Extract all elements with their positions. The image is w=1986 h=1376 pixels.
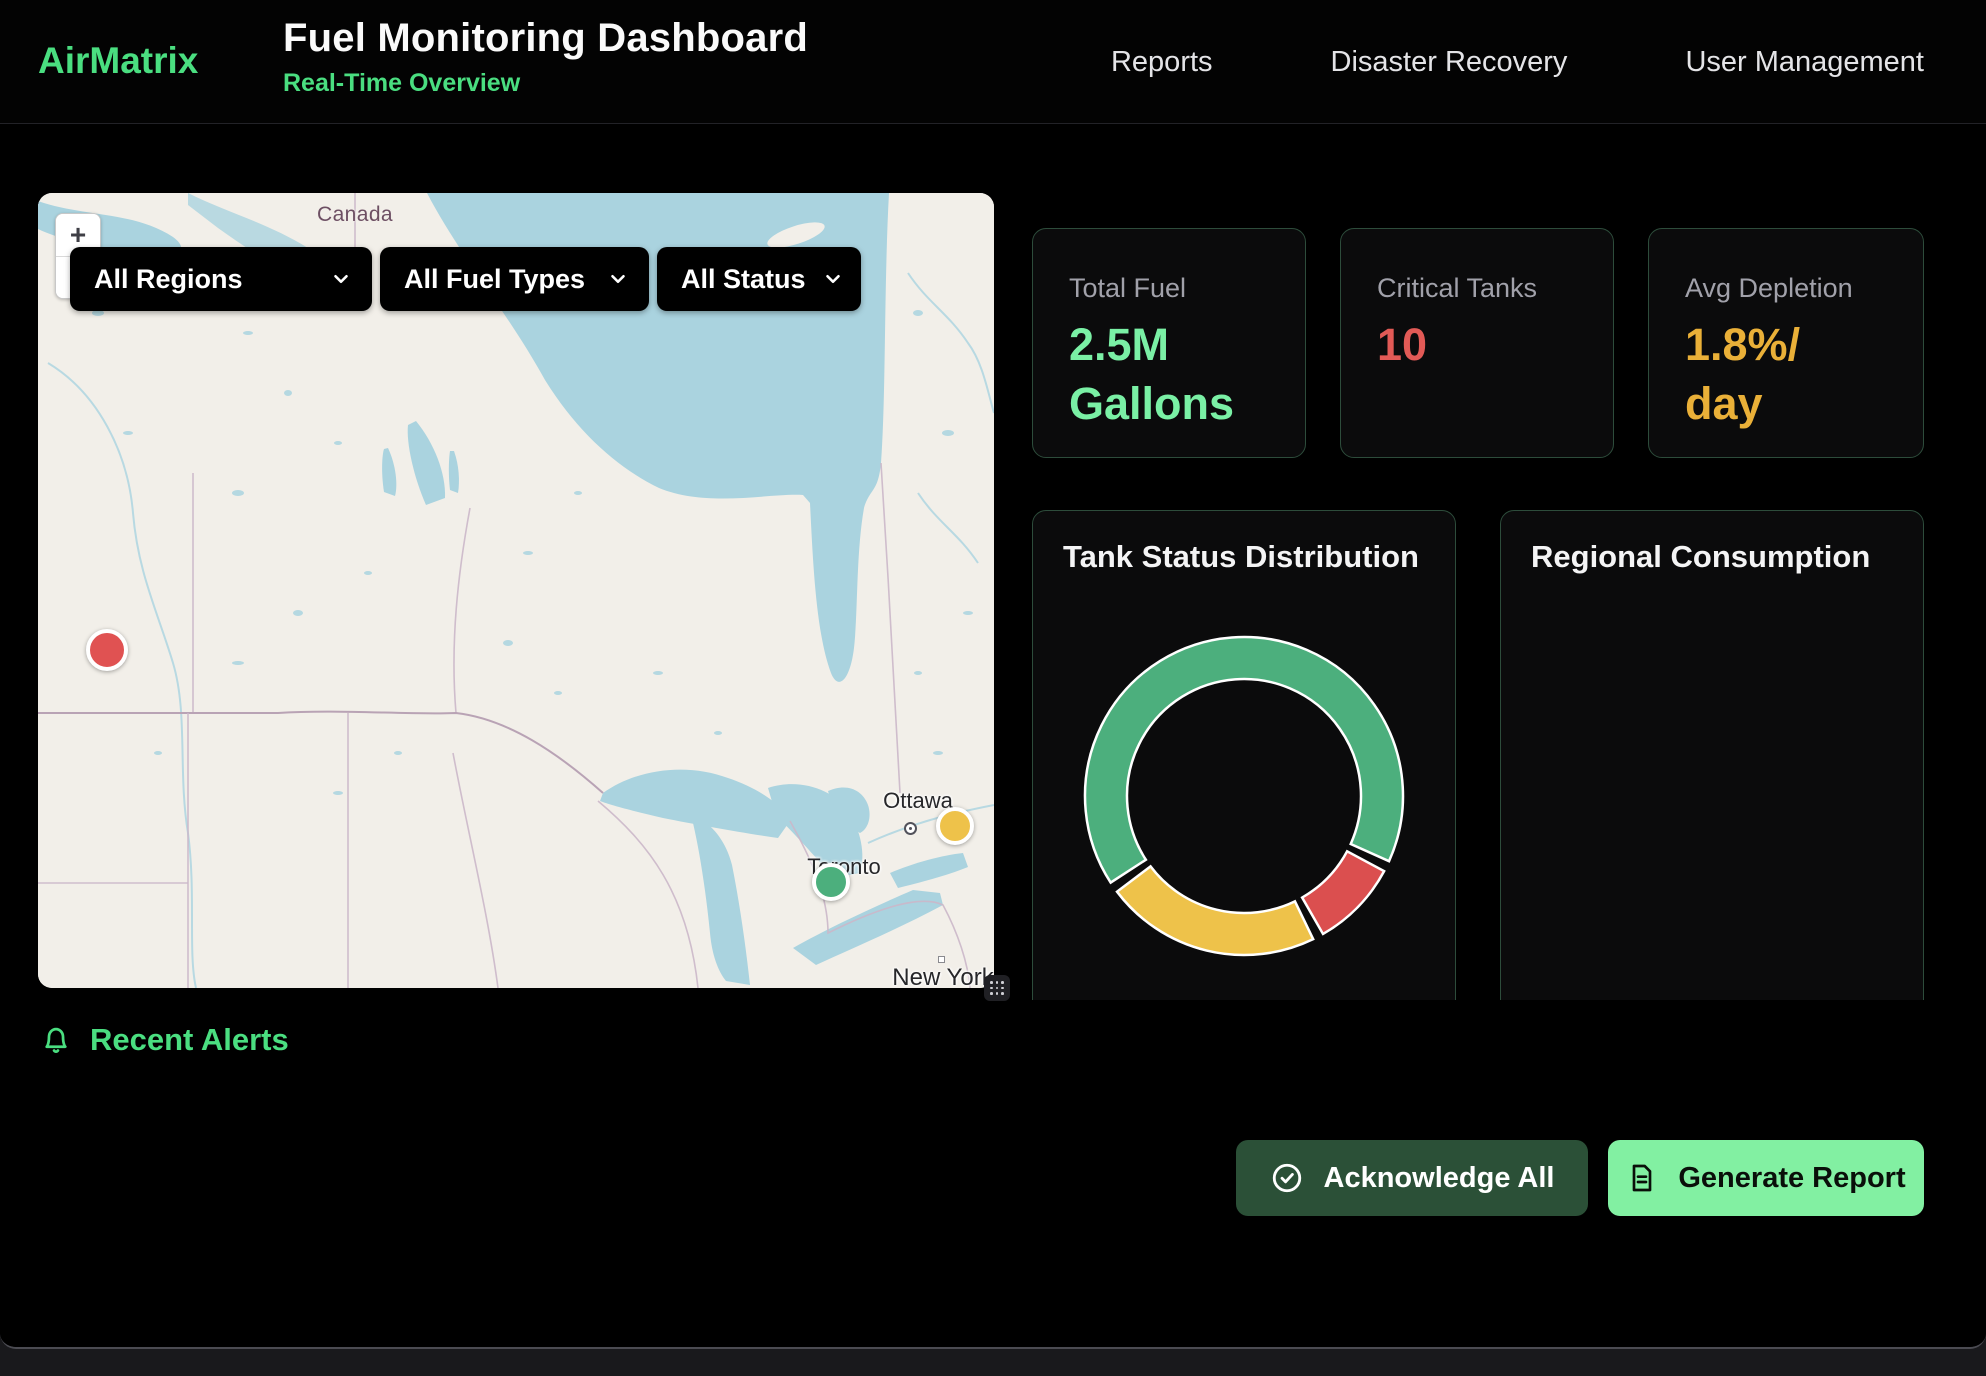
bell-icon [40,1024,72,1056]
donut-chart-title: Tank Status Distribution [1063,539,1419,575]
map-filter-bar: All Regions All Fuel Types All Status [70,247,861,311]
stat-label: Critical Tanks [1377,273,1577,304]
nav-item-user-management[interactable]: User Management [1685,46,1924,79]
generate-report-label: Generate Report [1678,1162,1905,1195]
generate-report-button[interactable]: Generate Report [1608,1140,1924,1216]
tank-marker-normal[interactable] [812,863,850,901]
alerts-title: Recent Alerts [90,1022,289,1058]
report-document-icon [1626,1162,1658,1194]
map-label-canada: Canada [317,203,393,227]
donut-segment-normal [1085,637,1403,883]
stat-card-avg-depletion: Avg Depletion 1.8%/day [1648,228,1924,458]
filter-all-regions[interactable]: All Regions [70,247,372,311]
filter-all-status[interactable]: All Status [657,247,861,311]
stat-label: Total Fuel [1069,273,1269,304]
page-title: Fuel Monitoring Dashboard [283,16,808,61]
top-navbar: AirMatrix Fuel Monitoring Dashboard Real… [0,0,1986,124]
acknowledge-all-button[interactable]: Acknowledge All [1236,1140,1588,1216]
donut-segment-warning [1117,866,1313,955]
map-resize-handle[interactable] [984,975,1010,1001]
ottawa-town-icon [904,822,917,835]
stat-value: 2.5MGallons [1069,316,1269,433]
chevron-down-icon [822,268,844,290]
regional-consumption-card: Regional Consumption [1500,510,1924,1050]
alerts-header: Recent Alerts [40,1022,289,1058]
brand-logo[interactable]: AirMatrix [38,40,198,82]
chevron-down-icon [330,268,352,290]
nav-item-disaster-recovery[interactable]: Disaster Recovery [1331,46,1568,79]
donut-segment-critical [1302,851,1384,934]
check-circle-icon [1270,1161,1304,1195]
tank-marker-warning[interactable] [936,807,974,845]
title-block: Fuel Monitoring Dashboard Real-Time Over… [283,16,808,98]
page-subtitle: Real-Time Overview [283,69,808,98]
tank-map[interactable]: Canada Ottawa Toronto New York + − All R… [38,193,994,988]
stat-card-critical-tanks: Critical Tanks 10 [1340,228,1614,458]
stat-card-total-fuel: Total Fuel 2.5MGallons [1032,228,1306,458]
chevron-down-icon [607,268,629,290]
main-nav: Reports Disaster Recovery User Management [1111,0,1924,124]
bar-chart-title: Regional Consumption [1531,539,1870,575]
stat-value: 10 [1377,316,1577,375]
dashboard-root: AirMatrix Fuel Monitoring Dashboard Real… [0,0,1986,1349]
stat-value: 1.8%/day [1685,316,1887,433]
regional-consumption-bar-chart [1501,511,1925,1051]
filter-label: All Fuel Types [404,264,585,295]
acknowledge-all-label: Acknowledge All [1324,1162,1555,1195]
filter-label: All Regions [94,264,243,295]
stat-label: Avg Depletion [1685,273,1887,304]
tank-status-card: Tank Status Distribution [1032,510,1456,1050]
tank-marker-critical[interactable] [86,629,128,671]
new-york-town-icon [938,956,945,963]
filter-label: All Status [681,264,806,295]
filter-all-fuel-types[interactable]: All Fuel Types [380,247,649,311]
tank-status-donut-chart [1033,511,1457,1051]
map-label-new-york: New York [892,964,993,988]
nav-item-reports[interactable]: Reports [1111,46,1213,79]
recent-alerts-section: Recent Alerts Acknowledge All Generate R… [0,1000,1986,1349]
